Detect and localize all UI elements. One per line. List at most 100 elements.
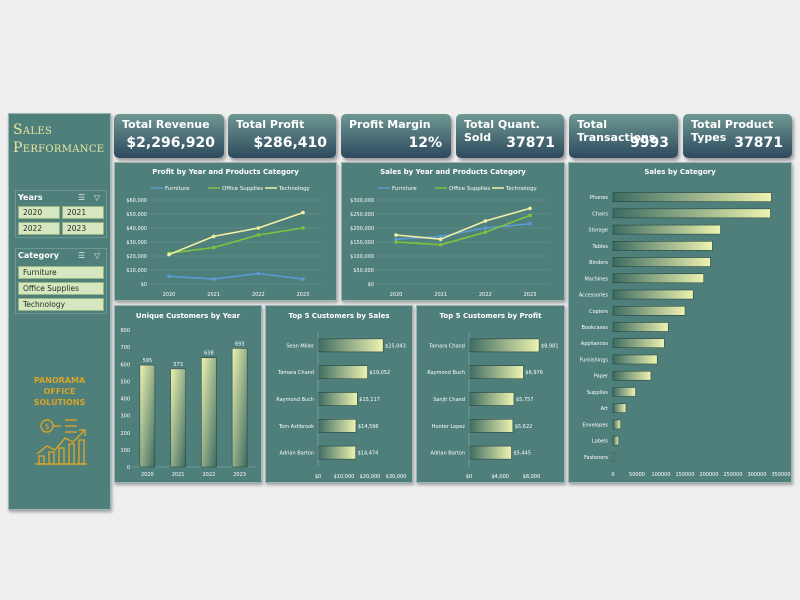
y-tick-label: Appliances [581,341,609,347]
category-slicer-label: Category [18,251,59,260]
logo-line: PANORAMA [33,376,86,385]
data-point [301,210,305,215]
kpi-total-revenue: Total Revenue $2,296,920 [114,114,224,158]
x-tick-label: 2022 [252,292,265,298]
y-tick-label: Adrian Barton [279,451,314,457]
multi-select-icon[interactable]: ☰ [78,251,85,260]
slicer-item-category[interactable]: Furniture [18,266,104,279]
slicer-item-category[interactable]: Office Supplies [18,282,104,295]
multi-select-icon[interactable]: ☰ [78,193,85,202]
slicer-item-year[interactable]: 2023 [62,222,104,235]
data-point [394,240,398,244]
y-tick-label: Copiers [589,309,608,315]
unique-customers-chart: Unique Customers by Year 0 100 200 300 400 50… [114,305,262,483]
kpi-profit-margin: Profit Margin 12% [341,114,451,158]
bar [468,392,515,406]
company-logo-text: PANORAMA OFFICE SOLUTIONS [9,375,110,408]
bar [170,368,186,468]
data-label: $5,445 [513,451,531,457]
kpi-total-product-types: Total Product Types 37871 [683,114,792,158]
y-tick-label: Binders [589,260,608,266]
top-customers-sales-chart: Top 5 Customers by Sales Sean Miller $25,… [265,305,413,483]
data-label: 638 [204,351,214,357]
y-tick-label: $300,000 [350,198,374,204]
sales-by-category-chart: Sales by Category Phones Chairs Storage Tab… [568,162,792,483]
y-tick-label: Machines [584,276,608,282]
x-tick-label: 2020 [141,472,154,478]
data-label: $6,976 [525,370,543,376]
bar [612,289,694,300]
data-point [438,237,443,241]
bar [612,273,704,284]
y-tick-label: $40,000 [126,226,147,232]
data-point [528,222,532,226]
x-tick-label: 150000 [675,472,694,478]
data-point [483,226,488,230]
y-tick-label: $30,000 [126,240,147,246]
y-tick-label: Tamara Chand [277,370,314,376]
clear-filter-icon[interactable]: ▽ [94,251,100,260]
data-label: $19,052 [370,370,391,376]
data-label: $14,474 [358,451,379,457]
y-tick-label: Sean Miller [286,343,315,349]
x-tick-label: 250000 [723,472,742,478]
x-tick-label: $0 [466,474,472,480]
data-point [256,233,261,237]
bar [468,445,512,460]
slicer-item-year[interactable]: 2020 [18,206,60,219]
x-tick-label: 2023 [524,292,537,298]
y-tick-label: Raymond Buch [427,370,465,376]
y-tick-label: Paper [594,374,609,380]
bar [612,241,713,251]
y-tick-label: 600 [120,362,130,368]
y-tick-label: Furnishings [580,357,609,363]
customers-bar-chart: 0 100 200 300 400 500 600 700 800 595 2020 573 2021 6… [120,328,255,478]
bar [612,354,658,365]
bar [612,322,669,332]
x-tick-label: 2021 [172,472,185,478]
bar [612,370,652,381]
sidebar: Sales Performance Years ☰ ▽ 2020 2021 20… [8,113,111,510]
profit-by-year-chart: Profit by Year and Products Category Fur… [114,162,337,301]
legend-label: Furniture [165,186,190,192]
data-point [167,252,171,257]
data-point [256,271,261,276]
kpi-total-quantity-sold: Total Quant. Sold 37871 [456,114,564,158]
bar [612,452,615,462]
x-tick-label: 2021 [434,292,447,298]
y-tick-label: Chairs [592,211,608,217]
logo-line: SOLUTIONS [33,398,86,407]
chart-dollar-icon: $ [35,419,87,465]
clear-filter-icon[interactable]: ▽ [94,193,100,202]
dashboard-title-line2: Performance [13,140,105,156]
kpi-value: 12% [408,135,442,151]
y-tick-label: 0 [127,465,130,471]
x-tick-label: 350000 [771,472,790,478]
data-point [211,234,216,239]
data-label: 693 [235,341,245,347]
data-point [301,226,305,230]
x-tick-label: 2023 [233,472,246,478]
data-point [211,245,216,250]
data-point [301,277,305,281]
x-tick-label: 2020 [163,292,176,298]
x-tick-label: 2023 [297,292,310,298]
x-tick-label: $20,000 [360,474,381,480]
y-tick-label: $250,000 [350,212,374,218]
dashboard-title-line1: Sales [13,122,53,138]
data-point [167,274,171,279]
bar [612,419,621,430]
category-slicer: Category ☰ ▽ Furniture Office Supplies T… [15,248,107,314]
slicer-item-category[interactable]: Technology [18,298,104,311]
y-tick-label: Phones [590,195,608,201]
y-tick-label: Envelopes [582,422,608,428]
slicer-item-year[interactable]: 2021 [62,206,104,219]
data-point [528,213,532,218]
data-label: 573 [173,362,183,368]
bar [612,387,636,397]
series-line [168,211,304,256]
bar [612,257,711,267]
data-label: $8,981 [541,343,559,349]
slicer-item-year[interactable]: 2022 [18,222,60,235]
legend-label: Technology [505,186,538,192]
